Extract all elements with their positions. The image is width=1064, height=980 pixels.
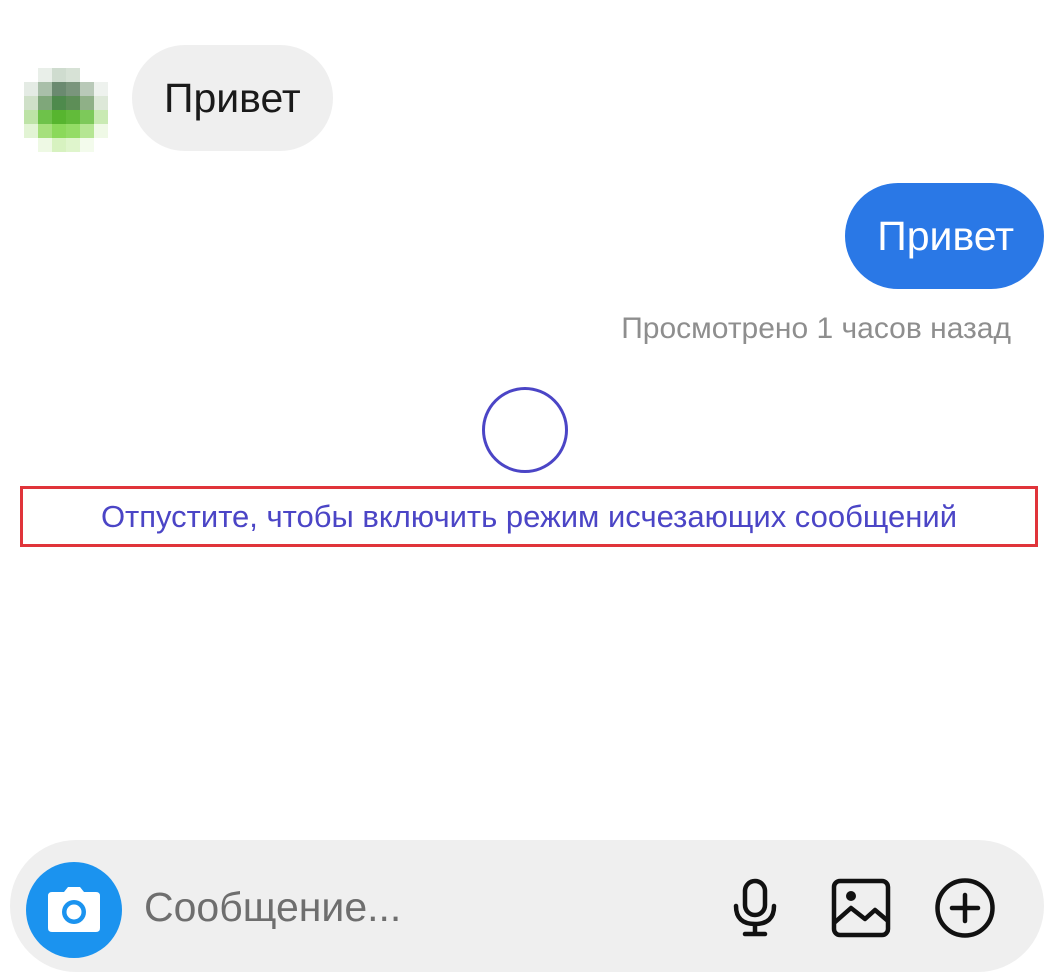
add-icon bbox=[935, 878, 995, 938]
outgoing-message-bubble[interactable]: Привет bbox=[845, 183, 1044, 289]
gallery-icon bbox=[831, 878, 891, 938]
gallery-button[interactable] bbox=[829, 876, 893, 940]
chat-screen: Привет Привет Просмотрено 1 часов назад … bbox=[0, 0, 1064, 980]
microphone-icon bbox=[733, 878, 777, 937]
message-input[interactable] bbox=[144, 876, 704, 938]
vanish-mode-hint: Отпустите, чтобы включить режим исчезающ… bbox=[20, 486, 1038, 547]
incoming-message-bubble[interactable]: Привет bbox=[132, 45, 333, 151]
voice-message-button[interactable] bbox=[723, 876, 787, 940]
avatar[interactable] bbox=[24, 68, 108, 152]
camera-icon bbox=[48, 887, 100, 932]
add-button[interactable] bbox=[933, 876, 997, 940]
message-composer bbox=[10, 840, 1044, 972]
vanish-mode-circle bbox=[482, 387, 568, 473]
camera-button[interactable] bbox=[26, 862, 122, 958]
vanish-mode-hint-text: Отпустите, чтобы включить режим исчезающ… bbox=[100, 498, 958, 534]
seen-status: Просмотрено 1 часов назад bbox=[621, 312, 1011, 345]
